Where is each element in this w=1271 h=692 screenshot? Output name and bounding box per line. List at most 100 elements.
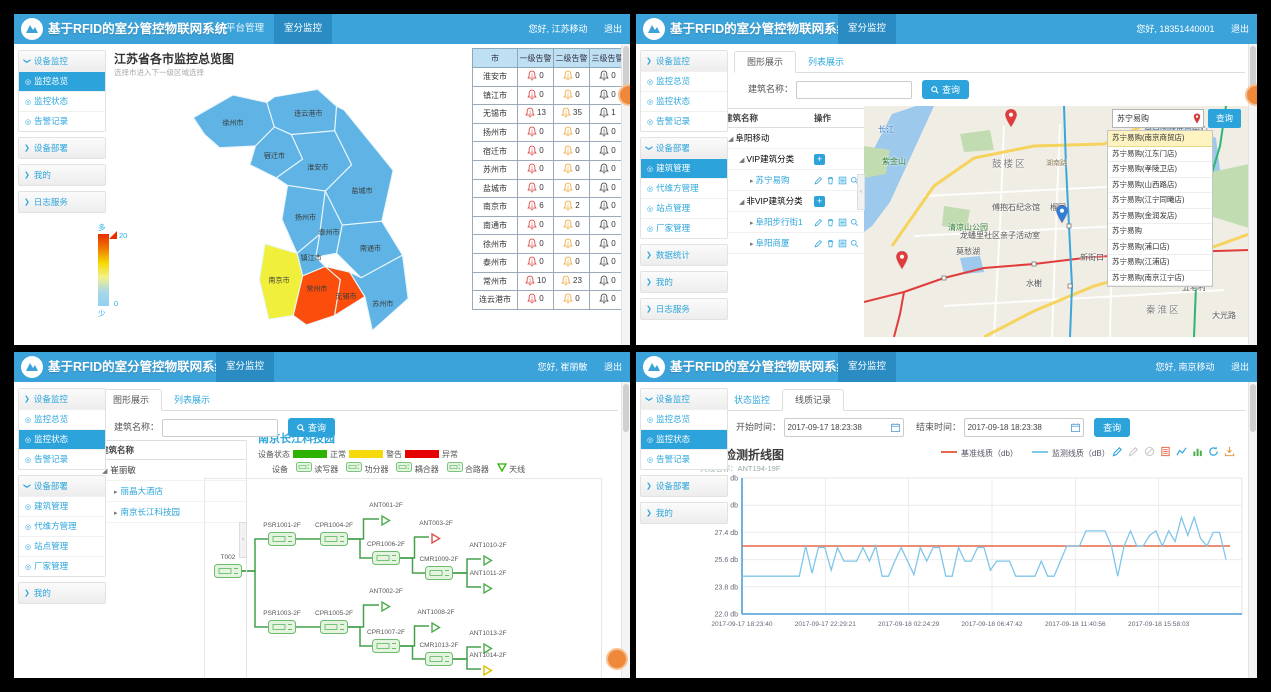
sidebar-group-日志服务[interactable]: ❯日志服务 bbox=[641, 299, 727, 319]
tree-node-label[interactable]: 阜阳商厦 bbox=[756, 238, 790, 248]
tree-row[interactable]: ◢VIP建筑分类 + bbox=[724, 149, 864, 170]
tree-node-label[interactable]: 阜阳步行街1 bbox=[756, 217, 803, 227]
collapsed-icon[interactable]: ▸ bbox=[750, 220, 754, 227]
tab-状态监控[interactable]: 状态监控 bbox=[722, 390, 782, 410]
tree-row[interactable]: ◢非VIP建筑分类 + bbox=[724, 191, 864, 212]
sidebar-item-告警记录[interactable]: ◎告警记录 bbox=[19, 449, 105, 469]
logout-link[interactable]: 退出 bbox=[604, 362, 622, 372]
table-row[interactable]: 淮安市102030 bbox=[473, 68, 626, 87]
collapsed-icon[interactable]: ▸ bbox=[114, 489, 118, 496]
table-row[interactable]: 徐州市102030 bbox=[473, 235, 626, 254]
sidebar-group-设备监控[interactable]: ❯设备监控 bbox=[641, 389, 727, 409]
table-row[interactable]: 无锡市11323531 bbox=[473, 105, 626, 124]
nav-item-室分监控[interactable]: 室分监控 bbox=[216, 352, 274, 382]
device-node-CPR1005-2F[interactable] bbox=[320, 620, 348, 639]
add-button[interactable]: + bbox=[814, 196, 825, 207]
logout-link[interactable]: 退出 bbox=[604, 24, 622, 34]
clear-mark-icon[interactable] bbox=[1144, 446, 1155, 457]
sidebar-group-数据统计[interactable]: ❯数据统计 bbox=[641, 245, 727, 265]
table-row[interactable]: 镇江市102030 bbox=[473, 86, 626, 105]
tree-node[interactable]: ▸丽晶大酒店 bbox=[94, 481, 246, 502]
table-row[interactable]: 连云港市102030 bbox=[473, 291, 626, 310]
city-name[interactable]: 扬州市 bbox=[473, 123, 518, 142]
antenna-node-ANT1011-2F[interactable] bbox=[482, 581, 493, 599]
tree-node-label[interactable]: 阜阳移动 bbox=[735, 133, 769, 143]
sidebar-item-监控状态[interactable]: ◎监控状态 bbox=[641, 91, 727, 111]
search-result-item[interactable]: 苏宁易购(孝陵卫店) bbox=[1108, 162, 1212, 178]
query-button[interactable]: 查询 bbox=[1094, 418, 1130, 437]
map-search-button[interactable]: 查询 bbox=[1208, 109, 1241, 128]
building-name-input[interactable] bbox=[162, 419, 278, 437]
nav-item-室分监控[interactable]: 室分监控 bbox=[838, 352, 896, 382]
sidebar-group-我的[interactable]: ❯我的 bbox=[19, 583, 105, 603]
collapsed-icon[interactable]: ▸ bbox=[750, 178, 754, 185]
expanded-icon[interactable]: ◢ bbox=[739, 199, 744, 206]
search-result-item[interactable]: 苏宁易购(金润发店) bbox=[1108, 209, 1212, 225]
sidebar-group-我的[interactable]: ❯我的 bbox=[641, 272, 727, 292]
sidebar-group-设备部署[interactable]: ❯设备部署 bbox=[19, 476, 105, 496]
add-button[interactable]: + bbox=[814, 154, 825, 165]
device-node-CMR1013-2F[interactable] bbox=[425, 652, 453, 671]
tab-图形展示[interactable]: 图形展示 bbox=[100, 389, 162, 411]
map-search-input[interactable]: 苏宁易购 bbox=[1112, 109, 1204, 128]
sidebar-group-我的[interactable]: ❯我的 bbox=[19, 165, 105, 185]
legend-item[interactable]: 监测线质（dB） bbox=[1032, 449, 1110, 458]
tab-线质记录[interactable]: 线质记录 bbox=[782, 389, 844, 411]
delete-icon[interactable] bbox=[826, 176, 835, 185]
sidebar-item-监控状态[interactable]: ◎监控状态 bbox=[19, 91, 105, 111]
sidebar-group-设备部署[interactable]: ❯设备部署 bbox=[641, 138, 727, 158]
city-name[interactable]: 南通市 bbox=[473, 216, 518, 235]
table-row[interactable]: 扬州市102030 bbox=[473, 123, 626, 142]
scrollbar[interactable] bbox=[621, 382, 630, 678]
city-name[interactable]: 盐城市 bbox=[473, 179, 518, 198]
expanded-icon[interactable]: ◢ bbox=[739, 157, 744, 164]
search-result-item[interactable]: 苏宁易购(江东门店) bbox=[1108, 147, 1212, 163]
city-name[interactable]: 泰州市 bbox=[473, 253, 518, 272]
search-icon[interactable] bbox=[850, 218, 859, 227]
search-result-item[interactable]: 苏宁易购(浦口店) bbox=[1108, 240, 1212, 256]
red-map-pin[interactable] bbox=[1004, 108, 1018, 133]
mark-line-disabled-icon[interactable] bbox=[1128, 446, 1139, 457]
baidu-map[interactable]: 南京市鼓楼区秦淮区玄武湖公园南京国际展览中心紫金山清凉山公园傅抱石纪念馆榴园新街… bbox=[864, 106, 1249, 337]
search-result-item[interactable]: 苏宁易购(南京商贸店) bbox=[1108, 131, 1212, 147]
expanded-icon[interactable]: ◢ bbox=[728, 136, 733, 143]
antenna-node-ANT1010-2F[interactable] bbox=[482, 553, 493, 571]
tab-图形展示[interactable]: 图形展示 bbox=[734, 51, 796, 73]
antenna-node-ANT002-2F[interactable] bbox=[380, 599, 391, 617]
sidebar-item-站点管理[interactable]: ◎站点管理 bbox=[19, 536, 105, 556]
sidebar-group-设备部署[interactable]: ❯设备部署 bbox=[641, 476, 727, 496]
edit-icon[interactable] bbox=[814, 218, 823, 227]
sidebar-item-监控总览[interactable]: ◎监控总览 bbox=[641, 409, 727, 429]
device-node-CPR1004-2F[interactable] bbox=[320, 532, 348, 551]
red-map-pin[interactable] bbox=[895, 250, 909, 275]
tree-node-label[interactable]: VIP建筑分类 bbox=[746, 154, 794, 164]
tree-row[interactable]: ▸阜阳步行街1 bbox=[724, 212, 864, 233]
device-node-CPR1006-2F[interactable] bbox=[372, 551, 400, 570]
search-result-item[interactable]: 苏宁易购 bbox=[1108, 224, 1212, 240]
bar-chart-icon[interactable] bbox=[1192, 446, 1203, 457]
sidebar-item-监控状态[interactable]: ◎监控状态 bbox=[641, 429, 727, 449]
city-name[interactable]: 淮安市 bbox=[473, 68, 518, 87]
building-name-input[interactable] bbox=[796, 81, 912, 99]
tree-node-label[interactable]: 非VIP建筑分类 bbox=[746, 196, 802, 206]
city-name[interactable]: 镇江市 bbox=[473, 86, 518, 105]
sidebar-item-建筑管理[interactable]: ◎建筑管理 bbox=[19, 496, 105, 516]
sidebar-item-建筑管理[interactable]: ◎建筑管理 bbox=[641, 158, 727, 178]
scrollbar[interactable] bbox=[1248, 382, 1257, 678]
delete-icon[interactable] bbox=[826, 218, 835, 227]
tab-列表展示[interactable]: 列表展示 bbox=[162, 390, 222, 410]
sidebar-group-设备监控[interactable]: ❯设备监控 bbox=[19, 389, 105, 409]
antenna-node-ANT001-2F[interactable] bbox=[380, 513, 391, 531]
city-name[interactable]: 常州市 bbox=[473, 272, 518, 291]
line-chart[interactable]: 31.0 db29.2 db27.4 db25.6 db23.8 db22.0 … bbox=[694, 474, 1250, 646]
delete-icon[interactable] bbox=[826, 239, 835, 248]
floating-feedback-button[interactable] bbox=[606, 648, 628, 670]
table-row[interactable]: 常州市11022330 bbox=[473, 272, 626, 291]
device-node-PSR1001-2F[interactable] bbox=[268, 532, 296, 551]
sidebar-item-站点管理[interactable]: ◎站点管理 bbox=[641, 198, 727, 218]
line-chart-icon[interactable] bbox=[1176, 446, 1187, 457]
end-time-input[interactable]: 2017-09-18 18:23:38 bbox=[964, 418, 1084, 437]
search-button[interactable]: 查询 bbox=[288, 418, 335, 437]
save-image-icon[interactable] bbox=[1224, 446, 1235, 457]
floating-feedback-button[interactable] bbox=[1245, 84, 1257, 106]
